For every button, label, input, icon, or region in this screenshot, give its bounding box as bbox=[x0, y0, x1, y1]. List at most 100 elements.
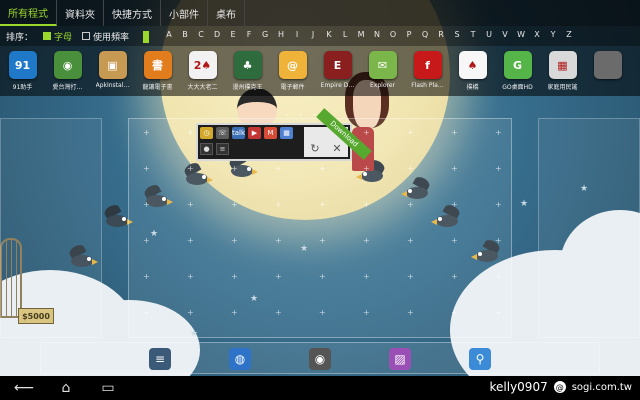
index-letter[interactable]: R bbox=[433, 30, 449, 43]
grid-cell-marker: + bbox=[451, 272, 458, 281]
index-letter[interactable]: N bbox=[369, 30, 385, 43]
grid-cell-marker: + bbox=[495, 200, 502, 209]
phone-widget-icon[interactable]: ☏ bbox=[216, 127, 229, 139]
tab-3[interactable]: 小部件 bbox=[161, 0, 208, 26]
app-icon-8[interactable]: ✉ Explorer bbox=[360, 46, 405, 96]
grid-cell-marker: + bbox=[231, 236, 238, 245]
app-icon-11[interactable]: G GO桌面HD bbox=[495, 46, 540, 96]
home-page-right[interactable] bbox=[538, 118, 640, 338]
index-letter[interactable]: A bbox=[161, 30, 177, 43]
refresh-icon[interactable]: ↻ bbox=[310, 142, 319, 155]
index-letter[interactable]: P bbox=[401, 30, 417, 43]
menu-button[interactable]: ≡ bbox=[216, 143, 229, 155]
app-icon-0[interactable]: 91 91助手 bbox=[0, 46, 45, 96]
sogi-logo-icon: @ bbox=[553, 381, 566, 393]
clock-widget-icon[interactable]: ◷ bbox=[200, 127, 213, 139]
index-letter[interactable]: F bbox=[241, 30, 257, 43]
grid-cell-marker: + bbox=[407, 236, 414, 245]
home-page-left[interactable] bbox=[0, 118, 102, 338]
index-letter[interactable]: Z bbox=[561, 30, 577, 43]
tab-1[interactable]: 資料夾 bbox=[57, 0, 104, 26]
index-letter[interactable]: G bbox=[257, 30, 273, 43]
browser-globe-icon[interactable]: ◍ bbox=[229, 348, 251, 370]
index-letter[interactable]: Y bbox=[545, 30, 561, 43]
app-label: GO桌面HD bbox=[502, 84, 533, 91]
calendar-widget-icon[interactable]: ▦ bbox=[280, 127, 293, 139]
index-letter[interactable]: O bbox=[385, 30, 401, 43]
grid-cell-marker: + bbox=[319, 164, 326, 173]
app-label: 龍讓電子書 bbox=[142, 84, 173, 91]
grid-cell-marker: + bbox=[143, 164, 150, 173]
index-letter[interactable]: M bbox=[353, 30, 369, 43]
back-icon[interactable]: ⟵ bbox=[6, 380, 42, 396]
index-letter[interactable]: W bbox=[513, 30, 529, 43]
app-drawer-row: 91 91助手 ◉ 愛台灣打… ▣ ApkInstal… 書龍讓電子書 2♠ 大大大老二 ♣ 漫州撲… bbox=[0, 46, 640, 96]
app-icon-7[interactable]: E Empire D… bbox=[315, 46, 360, 96]
sort-frequency-option[interactable]: 使用頻率 bbox=[82, 30, 129, 43]
index-letter[interactable]: C bbox=[193, 30, 209, 43]
index-letter[interactable]: D bbox=[209, 30, 225, 43]
app-icon-2[interactable]: ▣ ApkInstal… bbox=[90, 46, 135, 96]
index-letter[interactable]: L bbox=[337, 30, 353, 43]
home-icon[interactable]: ⌂ bbox=[48, 380, 84, 396]
grid-cell-marker: + bbox=[495, 236, 502, 245]
index-letter[interactable]: U bbox=[481, 30, 497, 43]
grid-cell-marker: + bbox=[187, 164, 194, 173]
tab-0[interactable]: 所有程式 bbox=[0, 0, 57, 26]
grid-cell-marker: + bbox=[363, 164, 370, 173]
grid-cell-marker: + bbox=[231, 308, 238, 317]
gallery-icon[interactable]: ▨ bbox=[389, 348, 411, 370]
app-icon-6[interactable]: @ 電子郵件 bbox=[270, 46, 315, 96]
app-icon-5[interactable]: ♣ 漫州撲克王 bbox=[225, 46, 270, 96]
grid-cell-marker: + bbox=[231, 272, 238, 281]
index-letter[interactable]: I bbox=[289, 30, 305, 43]
sort-alphabetical-option[interactable]: 字母 bbox=[43, 30, 72, 43]
toggle-button[interactable]: ● bbox=[200, 143, 213, 155]
ad-widget-icon[interactable]: ▶ bbox=[248, 127, 261, 139]
camera-icon[interactable]: ◉ bbox=[309, 348, 331, 370]
grid-cell-marker: + bbox=[451, 200, 458, 209]
recent-apps-icon[interactable]: ▭ bbox=[90, 380, 126, 396]
app-icon-13[interactable] bbox=[585, 46, 630, 96]
search-icon[interactable]: ⚲ bbox=[469, 348, 491, 370]
index-letter[interactable]: K bbox=[321, 30, 337, 43]
grid-cell-marker: + bbox=[363, 308, 370, 317]
app-icon-12[interactable]: ▦ 家庭用民謠 bbox=[540, 46, 585, 96]
index-letter[interactable]: S bbox=[449, 30, 465, 43]
index-letter[interactable]: T bbox=[465, 30, 481, 43]
grid-cell-marker: + bbox=[143, 236, 150, 245]
grid-cell-marker: + bbox=[495, 128, 502, 137]
index-letter[interactable]: H bbox=[273, 30, 289, 43]
talk-widget-icon[interactable]: talk bbox=[232, 127, 245, 139]
app-icon-3[interactable]: 書龍讓電子書 bbox=[135, 46, 180, 96]
grid-cell-marker: + bbox=[319, 200, 326, 209]
app-icon-9[interactable]: f Flash Pla… bbox=[405, 46, 450, 96]
index-letter[interactable]: J bbox=[305, 30, 321, 43]
grid-cell-marker: + bbox=[231, 164, 238, 173]
close-icon[interactable]: ✕ bbox=[332, 142, 341, 155]
app-label: Explorer bbox=[370, 82, 395, 89]
grid-cell-marker: + bbox=[363, 236, 370, 245]
grid-cell-marker: + bbox=[231, 200, 238, 209]
settings-icon[interactable]: ≡ bbox=[149, 348, 171, 370]
alphabet-index: ABCDEFGHIJKLMNOPQRSTUVWXYZ bbox=[143, 30, 577, 43]
app-icon-10[interactable]: ♠ 撲橋 bbox=[450, 46, 495, 96]
app-label: 撲橋 bbox=[466, 84, 479, 91]
app-icon-4[interactable]: 2♠ 大大大老二 bbox=[180, 46, 225, 96]
index-letter[interactable]: V bbox=[497, 30, 513, 43]
email-icon: @ bbox=[278, 51, 307, 79]
index-letter[interactable]: X bbox=[529, 30, 545, 43]
app-label: 家庭用民謠 bbox=[547, 84, 578, 91]
app-icon-1[interactable]: ◉ 愛台灣打… bbox=[45, 46, 90, 96]
dock-bar: ≡ ◍ ◉ ▨ ⚲ bbox=[40, 342, 600, 374]
package-icon: ▣ bbox=[98, 51, 127, 79]
app-label: 91助手 bbox=[12, 84, 33, 91]
gmail-widget-icon[interactable]: M bbox=[264, 127, 277, 139]
index-letter[interactable]: Q bbox=[417, 30, 433, 43]
flash-icon: f bbox=[413, 51, 442, 79]
cards-icon: 2♠ bbox=[188, 51, 217, 79]
tab-2[interactable]: 快捷方式 bbox=[104, 0, 161, 26]
index-letter[interactable]: E bbox=[225, 30, 241, 43]
tab-4[interactable]: 桌布 bbox=[208, 0, 245, 26]
index-letter[interactable]: B bbox=[177, 30, 193, 43]
